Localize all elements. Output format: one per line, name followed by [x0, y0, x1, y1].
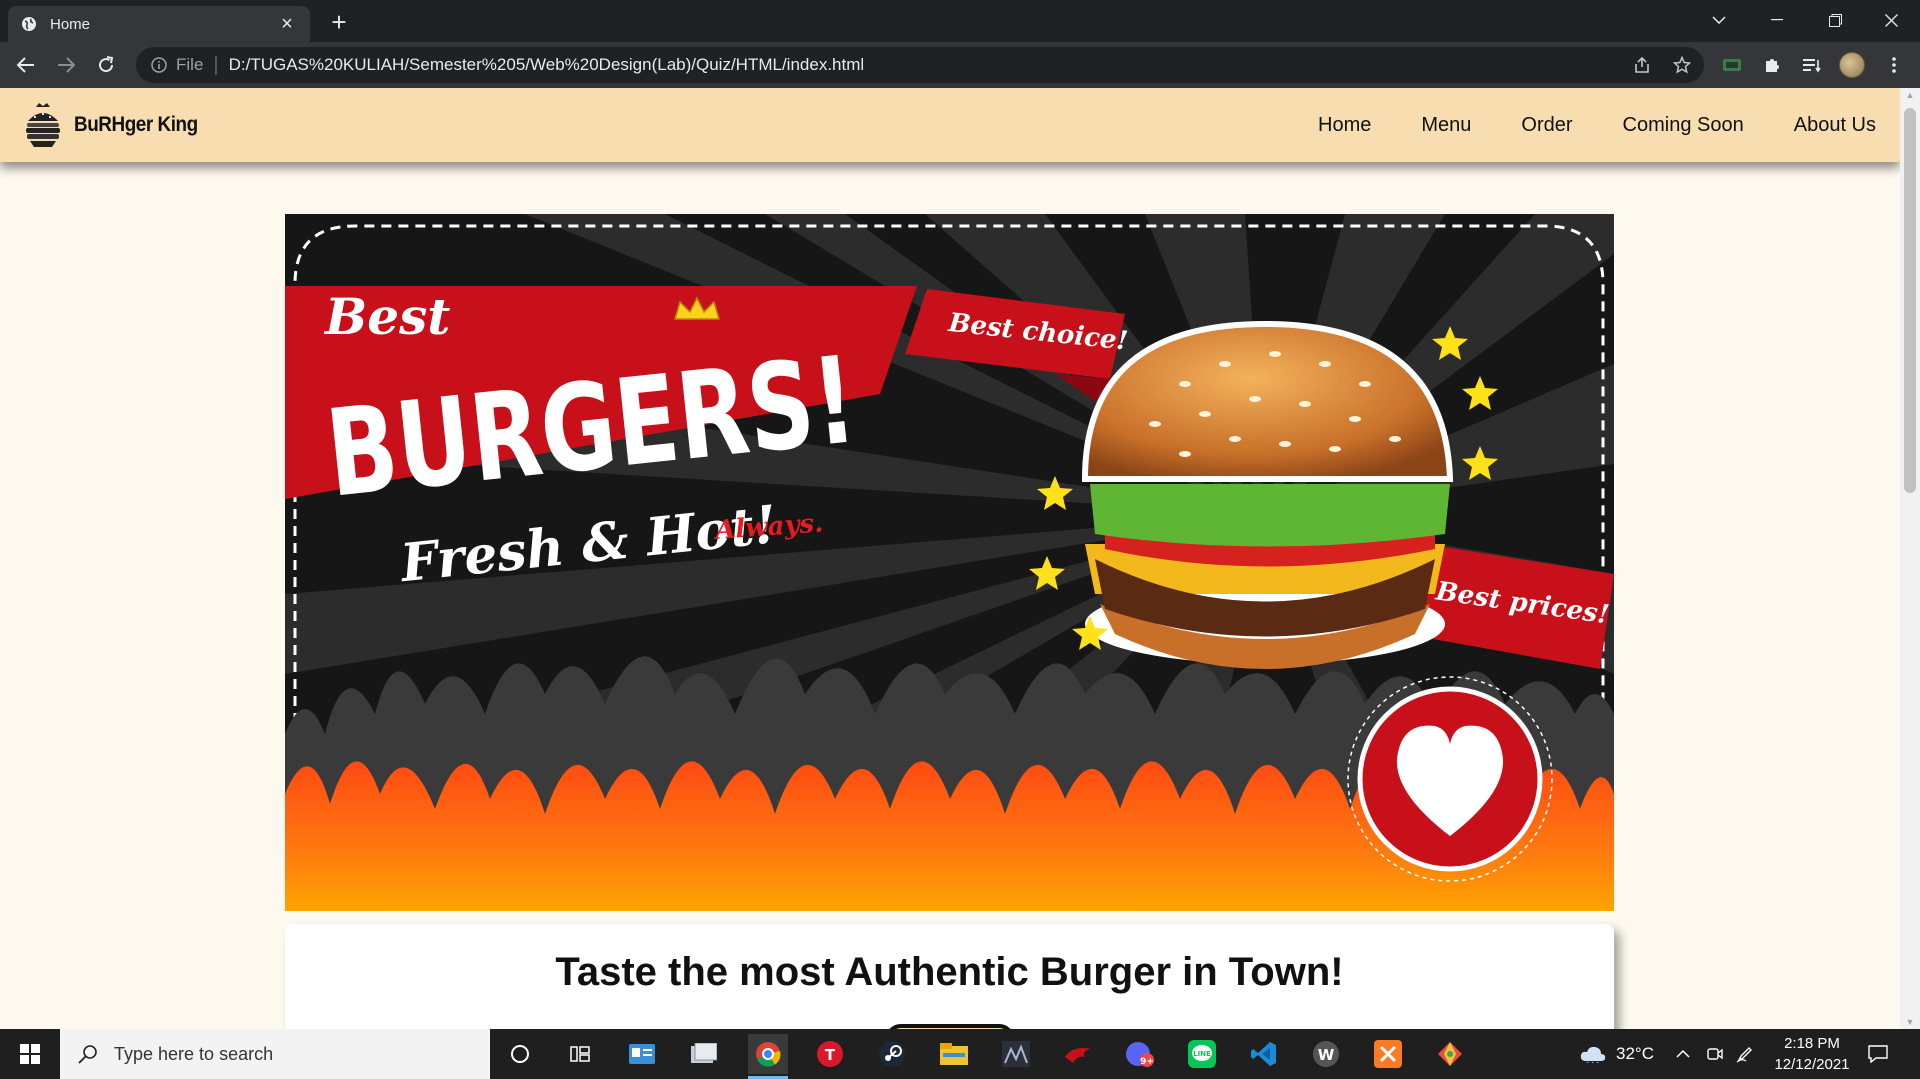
share-icon[interactable] [1626, 49, 1658, 81]
clock-time: 2:18 PM [1784, 1035, 1840, 1052]
meet-now-icon[interactable] [1706, 1029, 1724, 1079]
reload-icon[interactable] [90, 49, 122, 81]
wps-app-icon[interactable]: W [1306, 1034, 1346, 1074]
globe-icon [20, 15, 38, 33]
notifications-icon[interactable] [1868, 1029, 1888, 1079]
close-window-icon[interactable] [1862, 0, 1920, 40]
taskbar: Type here to search T 9+ LINE W 32°C 2:1… [0, 1029, 1920, 1079]
chat-app-icon[interactable]: 9+ [1120, 1034, 1160, 1074]
address-bar[interactable]: File | D:/TUGAS%20KULIAH/Semester%205/We… [136, 47, 1704, 83]
xampp-icon[interactable] [1368, 1034, 1408, 1074]
windows-start-icon[interactable] [0, 1029, 60, 1079]
nav-coming-soon[interactable]: Coming Soon [1623, 114, 1744, 137]
clock-date: 12/12/2021 [1774, 1056, 1850, 1073]
tab-title: Home [50, 15, 91, 33]
scrollbar-thumb[interactable] [1904, 108, 1916, 493]
file-explorer-icon[interactable] [934, 1034, 974, 1074]
extension-screen-icon[interactable] [1716, 49, 1748, 81]
game-app-icon[interactable] [996, 1034, 1036, 1074]
intro-card: Taste the most Authentic Burger in Town! [285, 924, 1614, 1029]
browser-titlebar: Home × + [0, 0, 1920, 42]
nav-order[interactable]: Order [1521, 114, 1572, 137]
hero-best-text: Best [323, 287, 450, 346]
nav-home[interactable]: Home [1318, 114, 1371, 137]
t-app-icon[interactable]: T [810, 1034, 850, 1074]
photos-app-icon[interactable] [684, 1034, 724, 1074]
reading-list-icon[interactable] [1796, 49, 1828, 81]
burger-illustration [1081, 320, 1454, 669]
back-icon[interactable] [10, 49, 42, 81]
task-view-icon[interactable] [560, 1034, 600, 1074]
browser-tab[interactable]: Home × [8, 6, 310, 42]
svg-text:9+: 9+ [1140, 1057, 1154, 1067]
url-text[interactable]: D:/TUGAS%20KULIAH/Semester%205/Web%20Des… [229, 55, 865, 75]
dragon-app-icon[interactable] [1058, 1034, 1098, 1074]
page-scrollbar[interactable]: ▲ ▼ [1900, 88, 1920, 1029]
info-icon[interactable] [150, 56, 168, 74]
svg-text:LINE: LINE [1193, 1050, 1211, 1058]
pen-workspace-icon[interactable] [1736, 1029, 1754, 1079]
weather-widget[interactable]: 32°C [1580, 1029, 1654, 1079]
line-app-icon[interactable]: LINE [1182, 1034, 1222, 1074]
vscode-icon[interactable] [1244, 1034, 1284, 1074]
extensions-puzzle-icon[interactable] [1756, 49, 1788, 81]
system-clock[interactable]: 2:18 PM 12/12/2021 [1762, 1033, 1862, 1075]
restore-icon[interactable] [1806, 0, 1864, 40]
bookmark-star-icon[interactable] [1666, 49, 1698, 81]
site-navbar: BuRHger King Home Menu Order Coming Soon… [0, 88, 1900, 162]
svg-text:T: T [825, 1046, 836, 1064]
cortana-icon[interactable] [500, 1034, 540, 1074]
card-title: Taste the most Authentic Burger in Town! [555, 950, 1344, 994]
contacts-app-icon[interactable] [622, 1034, 662, 1074]
nav-links: Home Menu Order Coming Soon About Us [1268, 88, 1876, 162]
brand-name[interactable]: BuRHger King [74, 113, 198, 137]
taskbar-search[interactable]: Type here to search [60, 1029, 490, 1079]
page-viewport: BuRHger King Home Menu Order Coming Soon… [0, 88, 1900, 1029]
show-hidden-icons-chevron-up-icon[interactable] [1676, 1029, 1690, 1079]
chrome-icon[interactable] [748, 1034, 788, 1079]
sketch-app-icon[interactable] [1430, 1034, 1470, 1074]
search-placeholder: Type here to search [114, 1043, 274, 1064]
search-icon [76, 1042, 100, 1066]
cloud-icon [1580, 1046, 1606, 1063]
steam-icon[interactable] [872, 1034, 912, 1074]
new-tab-button[interactable]: + [324, 8, 354, 38]
url-scheme: File [176, 55, 204, 74]
svg-text:W: W [1318, 1046, 1335, 1064]
nav-menu[interactable]: Menu [1421, 114, 1471, 137]
more-menu-icon[interactable] [1878, 49, 1910, 81]
scroll-up-icon[interactable]: ▲ [1900, 90, 1920, 100]
browser-toolbar: File | D:/TUGAS%20KULIAH/Semester%205/We… [0, 42, 1920, 88]
nav-about-us[interactable]: About Us [1794, 114, 1876, 137]
url-separator: | [213, 53, 219, 76]
minimize-icon[interactable] [1748, 0, 1806, 40]
weather-temp: 32°C [1616, 1044, 1654, 1063]
forward-icon[interactable] [50, 49, 82, 81]
profile-avatar[interactable] [1836, 49, 1868, 81]
burger-logo-icon[interactable] [24, 101, 62, 149]
scroll-down-icon[interactable]: ▼ [1900, 1017, 1920, 1027]
tab-search-icon[interactable] [1690, 0, 1748, 40]
hero-banner: Best BURGERS! Fresh & Hot! Always. Best … [285, 214, 1614, 911]
close-tab-icon[interactable]: × [276, 13, 298, 35]
